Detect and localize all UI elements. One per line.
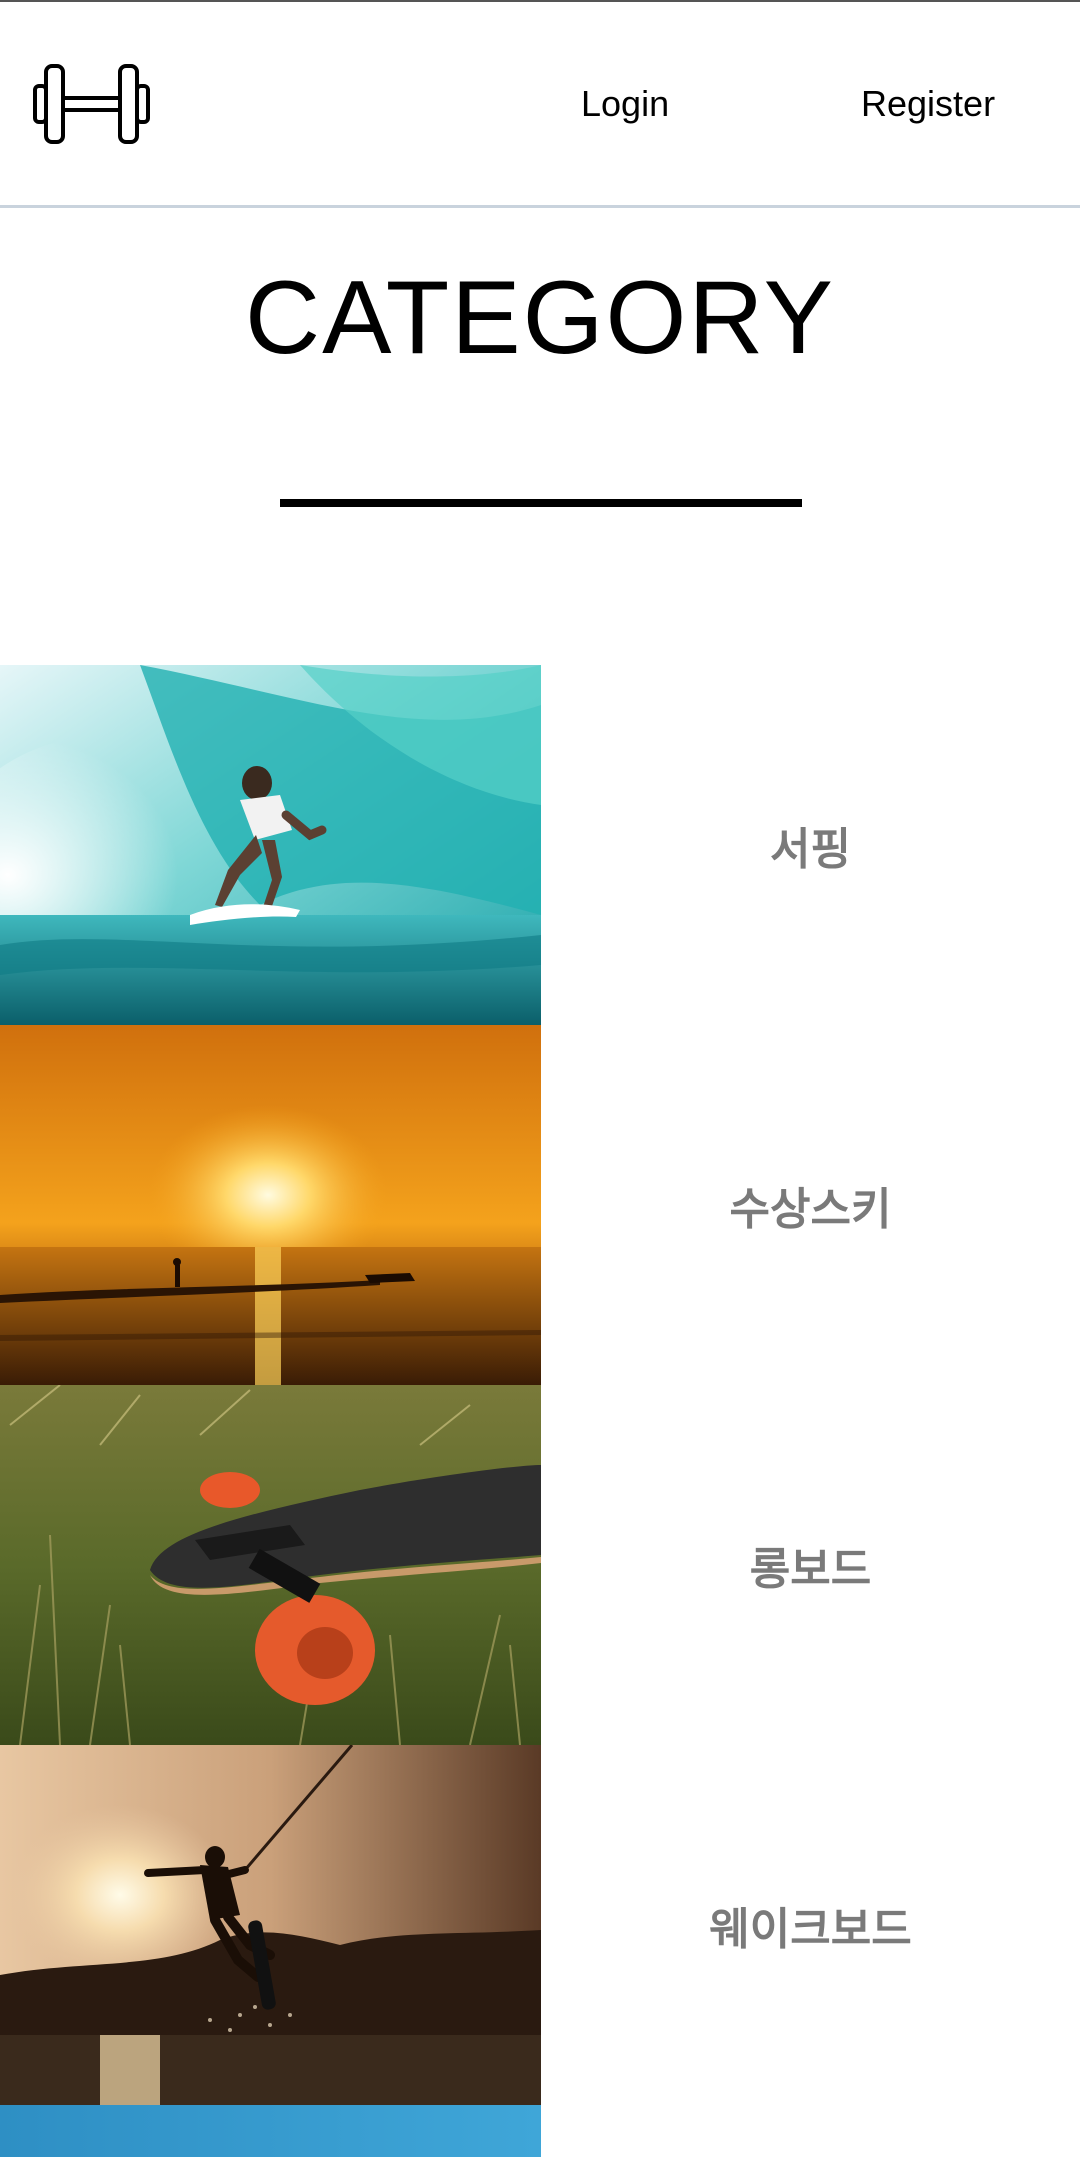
blue-water-photo-partial bbox=[0, 2105, 541, 2157]
category-item-surfing[interactable]: 서핑 bbox=[0, 665, 1080, 1025]
water-ski-sunset-photo bbox=[0, 1025, 541, 1385]
title-underline bbox=[280, 499, 802, 507]
page: Login Register CATEGORY 서핑 수상스키 롱보드 웨이크보… bbox=[0, 0, 1080, 2157]
surfer-in-wave-photo bbox=[0, 665, 541, 1025]
longboard-on-grass-photo bbox=[0, 1385, 541, 1745]
wakeboard-jump-sunset-photo bbox=[0, 1745, 541, 2105]
category-item-water-ski[interactable]: 수상스키 bbox=[0, 1025, 1080, 1385]
category-label: 웨이크보드 bbox=[709, 1904, 912, 1955]
category-list: 서핑 수상스키 롱보드 웨이크보드 bbox=[0, 665, 1080, 2157]
register-link[interactable]: Register bbox=[861, 80, 995, 128]
category-label bbox=[541, 2105, 1080, 2157]
category-item-longboard[interactable]: 롱보드 bbox=[0, 1385, 1080, 1745]
category-label: 수상스키 bbox=[729, 1184, 892, 1235]
dumbbell-icon[interactable] bbox=[32, 62, 156, 146]
category-item-partial[interactable] bbox=[0, 2105, 1080, 2157]
category-label: 롱보드 bbox=[749, 1544, 872, 1595]
header-bar: Login Register bbox=[0, 2, 1080, 208]
page-title: CATEGORY bbox=[244, 260, 836, 376]
login-link[interactable]: Login bbox=[581, 80, 669, 128]
category-label: 서핑 bbox=[770, 824, 851, 875]
category-item-wakeboard[interactable]: 웨이크보드 bbox=[0, 1745, 1080, 2105]
